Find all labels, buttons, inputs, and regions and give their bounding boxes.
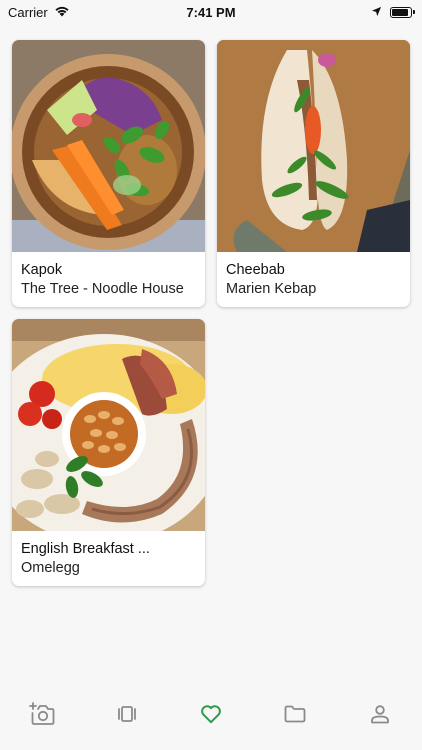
heart-icon (200, 704, 222, 729)
tab-favorites[interactable] (191, 696, 231, 736)
card-subtitle: Omelegg (21, 560, 80, 576)
location-arrow-icon (371, 5, 382, 20)
noodle-bowl-photo (12, 40, 205, 252)
food-card[interactable]: English Breakfast ... Omelegg (12, 319, 205, 586)
status-bar: Carrier 7:41 PM (0, 0, 422, 24)
tab-collections[interactable] (275, 696, 315, 736)
card-title: Cheebab (226, 262, 285, 278)
food-card[interactable]: Kapok The Tree - Noodle House (12, 40, 205, 307)
card-title: English Breakfast ... (21, 541, 150, 557)
card-title: Kapok (21, 262, 63, 278)
person-icon (370, 704, 390, 729)
tab-profile[interactable] (360, 696, 400, 736)
carousel-icon (116, 705, 138, 728)
battery-icon (390, 6, 415, 18)
english-breakfast-photo (12, 319, 205, 531)
tab-bar (0, 690, 422, 750)
kebab-sandwich-photo (217, 40, 410, 252)
wifi-icon (54, 5, 70, 20)
folder-icon (284, 705, 306, 728)
card-subtitle: The Tree - Noodle House (21, 281, 184, 297)
tab-add-photo[interactable] (22, 696, 62, 736)
food-card[interactable]: Cheebab Marien Kebap (217, 40, 410, 307)
favorites-grid: Kapok The Tree - Noodle House Cheebab Ma… (12, 40, 410, 586)
card-subtitle: Marien Kebap (226, 281, 317, 297)
tab-feed[interactable] (107, 696, 147, 736)
carrier-label: Carrier (8, 4, 48, 20)
camera-add-icon (29, 701, 55, 731)
